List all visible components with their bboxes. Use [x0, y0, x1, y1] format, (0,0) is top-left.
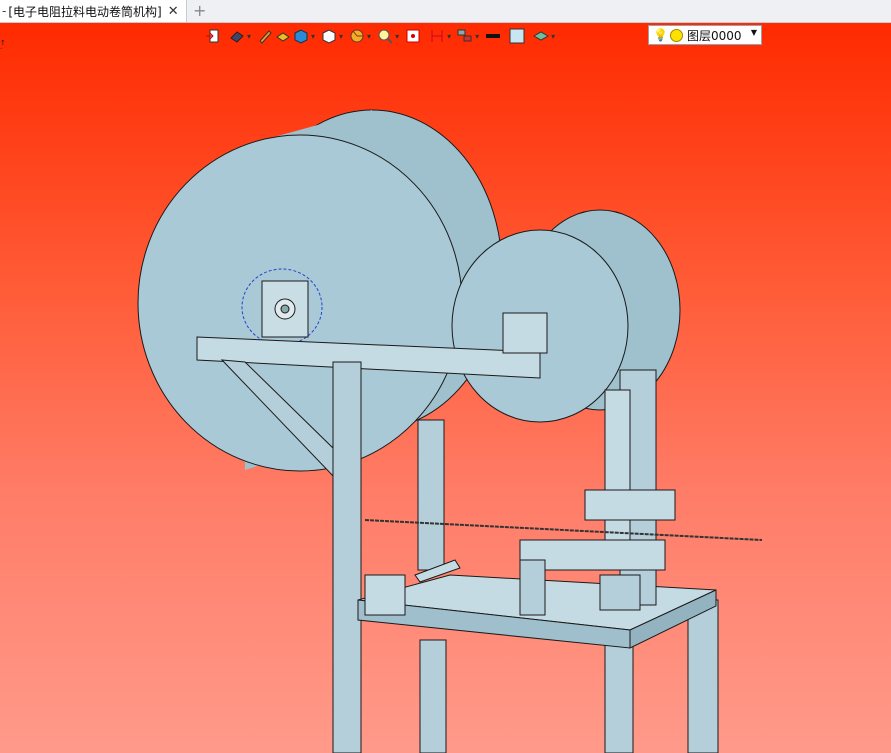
zoom-icon[interactable] [377, 28, 393, 44]
view-orient-icon[interactable] [229, 28, 245, 44]
bulb-icon: 💡 [653, 28, 668, 42]
slide-left [364, 574, 406, 616]
3d-viewport[interactable] [0, 23, 891, 753]
layer-select[interactable]: 💡 图层0000 ▼ [648, 25, 762, 45]
small-motor [502, 312, 548, 354]
assembly-icon[interactable] [457, 28, 473, 44]
tab-bar: - [电子电阻拉料电动卷筒机构] ✕ + [0, 0, 891, 23]
layer-stack-icon[interactable] [533, 28, 550, 44]
feed-block [584, 489, 676, 521]
post-front-left [419, 639, 447, 753]
document-tab[interactable]: - [电子电阻拉料电动卷筒机构] ✕ [0, 0, 187, 22]
cad-model [137, 109, 763, 753]
close-icon[interactable]: ✕ [168, 4, 179, 19]
toolbar: ▾ ▾ ▾ ▾ ▾ ▾ ▾ ▾ [205, 25, 561, 47]
dimension-icon[interactable] [429, 28, 445, 44]
chevron-down-icon[interactable]: ▾ [395, 32, 399, 41]
pencil-icon[interactable] [257, 28, 273, 44]
chevron-down-icon[interactable]: ▾ [311, 32, 315, 41]
chevron-down-icon[interactable]: ▾ [447, 32, 451, 41]
chevron-down-icon[interactable]: ▾ [339, 32, 343, 41]
post-back-right [687, 599, 719, 753]
line-color-swatch[interactable] [485, 28, 501, 44]
fit-view-icon[interactable] [405, 28, 421, 44]
view-axis-icon: ↑ · [0, 39, 6, 53]
fill-shaded-icon[interactable] [275, 28, 291, 44]
chevron-down-icon[interactable]: ▾ [551, 32, 555, 41]
face-color-swatch[interactable] [509, 28, 525, 44]
cube-color-icon[interactable] [293, 28, 309, 44]
layer-name: 图层0000 [686, 28, 742, 43]
tab-title: [电子电阻拉料电动卷筒机构] [8, 4, 162, 19]
chevron-down-icon[interactable]: ▾ [247, 32, 251, 41]
section-pie-icon[interactable] [349, 28, 365, 44]
chevron-down-icon[interactable]: ▾ [475, 32, 479, 41]
post-left [332, 361, 362, 753]
layer-color-icon [669, 28, 683, 42]
chevron-down-icon[interactable]: ▾ [367, 32, 371, 41]
chevron-down-icon[interactable]: ▼ [751, 28, 757, 37]
import-icon[interactable] [205, 28, 221, 44]
new-tab-icon[interactable]: + [193, 1, 206, 20]
post-middle [417, 419, 445, 571]
cube-white-icon[interactable] [321, 28, 337, 44]
